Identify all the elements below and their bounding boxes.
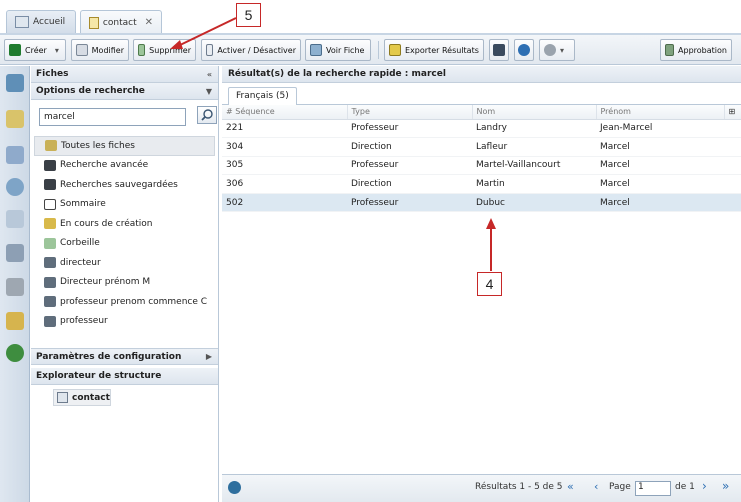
annotation-callout-5: 5: [236, 3, 261, 27]
annotation-callout-4: 4: [477, 272, 502, 296]
annotation-layer: [170, 17, 496, 271]
annotation-arrow-5: [177, 17, 237, 47]
annotation-arrowhead-4: [486, 218, 496, 229]
annotation-arrowhead-5: [170, 40, 183, 49]
